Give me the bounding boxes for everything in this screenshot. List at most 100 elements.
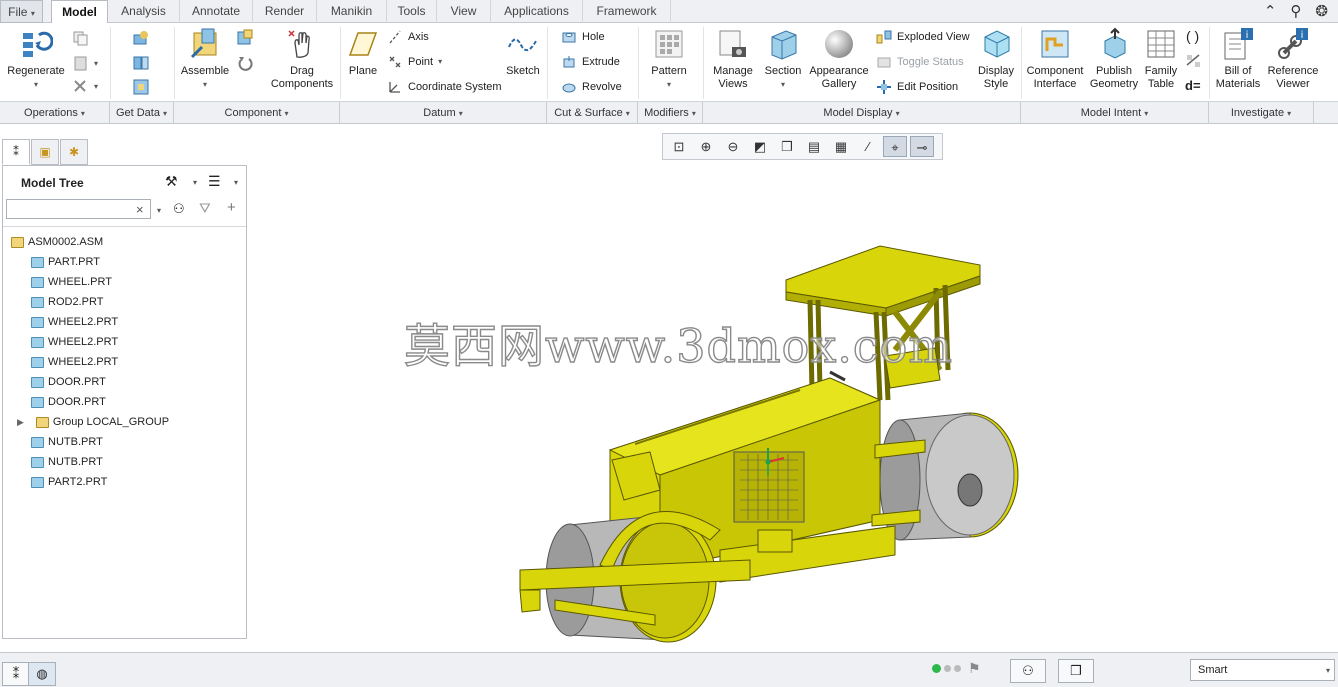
display-style-button[interactable]: Display Style (974, 27, 1018, 91)
group-component[interactable]: Component ▾ (174, 102, 340, 124)
tree-item[interactable]: WHEEL.PRT (31, 272, 112, 292)
tree-search-input[interactable] (6, 199, 151, 219)
tab-annotate[interactable]: Annotate (180, 0, 253, 23)
show-navigator-icon[interactable]: ⁑ (2, 662, 30, 686)
copy-geometry-icon[interactable] (132, 54, 150, 72)
tab-analysis[interactable]: Analysis (108, 0, 180, 23)
zoom-in-icon[interactable]: ⊕ (694, 136, 718, 157)
point-button[interactable]: Point ▾ (387, 52, 442, 72)
selection-filter-icon[interactable]: ❒ (1058, 659, 1094, 683)
manage-views-button[interactable]: Manage Views (709, 27, 757, 91)
parameters-icon[interactable] (1185, 53, 1203, 69)
expand-arrow-icon[interactable]: ▶ (17, 412, 24, 432)
family-table-button[interactable]: Family Table (1142, 27, 1180, 91)
tree-item[interactable]: NUTB.PRT (31, 432, 103, 452)
zoom-out-icon[interactable]: ⊖ (721, 136, 745, 157)
regenerate-button[interactable]: Regenerate ▾ (6, 27, 66, 91)
shrinkwrap-icon[interactable] (132, 78, 150, 96)
tab-file[interactable]: File ▾ (0, 0, 43, 23)
tree-item[interactable]: PART.PRT (31, 252, 100, 272)
paste-icon[interactable] (72, 55, 90, 71)
delete-icon[interactable] (72, 78, 88, 94)
collapse-ribbon-icon[interactable]: ⌃ (1264, 2, 1277, 20)
annotation-display-icon[interactable]: ⊸ (910, 136, 934, 157)
selection-filter-select[interactable]: Smart ▾ (1190, 659, 1335, 681)
tree-item-group[interactable]: ▶ Group LOCAL_GROUP (17, 412, 169, 432)
model-tree-tab[interactable]: ⁑ (2, 139, 30, 165)
tree-item[interactable]: WHEEL2.PRT (31, 332, 118, 352)
find-binoculars-icon[interactable]: ⚇ (173, 201, 185, 217)
search-dropdown-icon[interactable]: ▾ (157, 206, 161, 215)
filter-icon[interactable]: ⛛ (199, 200, 211, 217)
tree-item[interactable]: PART2.PRT (31, 472, 107, 492)
clear-search-icon[interactable]: × (136, 202, 144, 217)
road-roller-model[interactable] (500, 230, 1040, 650)
group-modifiers[interactable]: Modifiers ▾ (638, 102, 703, 124)
axis-button[interactable]: Axis (387, 27, 429, 47)
tab-model[interactable]: Model (51, 0, 108, 24)
tree-item[interactable]: DOOR.PRT (31, 372, 106, 392)
find-binoculars-icon[interactable]: ⚇ (1010, 659, 1046, 683)
tree-item[interactable]: NUTB.PRT (31, 452, 103, 472)
display-style-icon[interactable]: ❒ (775, 136, 799, 157)
tab-render[interactable]: Render (253, 0, 317, 23)
group-model-intent[interactable]: Model Intent ▾ (1021, 102, 1209, 124)
chevron-down-icon[interactable]: ▾ (193, 178, 197, 187)
paste-dropdown-icon[interactable]: ▾ (94, 59, 98, 68)
component-interface-button[interactable]: Component Interface (1025, 27, 1085, 91)
saved-orientations-icon[interactable]: ▤ (802, 136, 826, 157)
repeat-icon[interactable] (236, 54, 254, 72)
create-component-icon[interactable] (236, 29, 254, 47)
tree-item-root[interactable]: ASM0002.ASM (11, 232, 103, 252)
tab-view[interactable]: View (437, 0, 491, 23)
help-icon[interactable]: ❂ (1315, 2, 1328, 20)
flag-icon[interactable]: ⚑ (968, 660, 981, 677)
refit-icon[interactable]: ⊡ (667, 136, 691, 157)
sketch-button[interactable]: Sketch (503, 27, 543, 78)
bill-of-materials-button[interactable]: i Bill of Materials (1213, 27, 1263, 91)
plane-button[interactable]: Plane (344, 27, 382, 78)
coordinate-system-button[interactable]: Coordinate System (387, 77, 502, 97)
toggle-status-button[interactable]: Toggle Status (876, 52, 964, 72)
chevron-down-icon[interactable]: ▾ (234, 178, 238, 187)
section-button[interactable]: Section ▾ (762, 27, 804, 91)
tree-item[interactable]: DOOR.PRT (31, 392, 106, 412)
folder-browser-tab[interactable]: ▣ (31, 139, 59, 165)
tree-settings-icon[interactable]: ⚒ (165, 173, 178, 190)
tree-item[interactable]: ROD2.PRT (31, 292, 103, 312)
revolve-button[interactable]: Revolve (561, 77, 622, 97)
relations-icon[interactable]: ( ) (1186, 28, 1199, 44)
group-get-data[interactable]: Get Data ▾ (110, 102, 174, 124)
group-investigate[interactable]: Investigate ▾ (1209, 102, 1314, 124)
pattern-button[interactable]: Pattern ▾ (645, 27, 693, 91)
delete-dropdown-icon[interactable]: ▾ (94, 82, 98, 91)
switch-dimensions-button[interactable]: d= (1185, 78, 1201, 93)
group-datum[interactable]: Datum ▾ (340, 102, 547, 124)
copy-icon[interactable] (72, 30, 90, 46)
appearance-gallery-button[interactable]: Appearance Gallery (806, 27, 872, 91)
publish-geometry-button[interactable]: Publish Geometry (1088, 27, 1140, 91)
tree-item[interactable]: WHEEL2.PRT (31, 312, 118, 332)
user-defined-feature-icon[interactable] (132, 29, 150, 47)
add-icon[interactable]: + (227, 199, 236, 216)
tree-item[interactable]: WHEEL2.PRT (31, 352, 118, 372)
show-browser-icon[interactable]: ◍ (28, 662, 56, 686)
show-columns-icon[interactable]: ☰ (208, 173, 221, 190)
hole-button[interactable]: Hole (561, 27, 605, 47)
reference-viewer-button[interactable]: i Reference Viewer (1264, 27, 1322, 91)
spin-center-icon[interactable]: ⌖ (883, 136, 907, 157)
regeneration-status-icon[interactable] (932, 664, 961, 673)
group-operations[interactable]: Operations ▾ (0, 102, 110, 124)
exploded-view-button[interactable]: Exploded View (876, 27, 970, 47)
edit-position-button[interactable]: Edit Position (876, 77, 958, 97)
group-cut-surface[interactable]: Cut & Surface ▾ (547, 102, 638, 124)
tab-tools[interactable]: Tools (387, 0, 437, 23)
tab-manikin[interactable]: Manikin (317, 0, 387, 23)
tab-applications[interactable]: Applications (491, 0, 583, 23)
assemble-button[interactable]: Assemble ▾ (178, 27, 232, 91)
search-icon[interactable]: ⚲ (1290, 2, 1301, 20)
datum-display-icon[interactable]: ⁄ (856, 136, 880, 157)
tab-framework[interactable]: Framework (583, 0, 671, 23)
view-manager-icon[interactable]: ▦ (829, 136, 853, 157)
extrude-button[interactable]: Extrude (561, 52, 620, 72)
